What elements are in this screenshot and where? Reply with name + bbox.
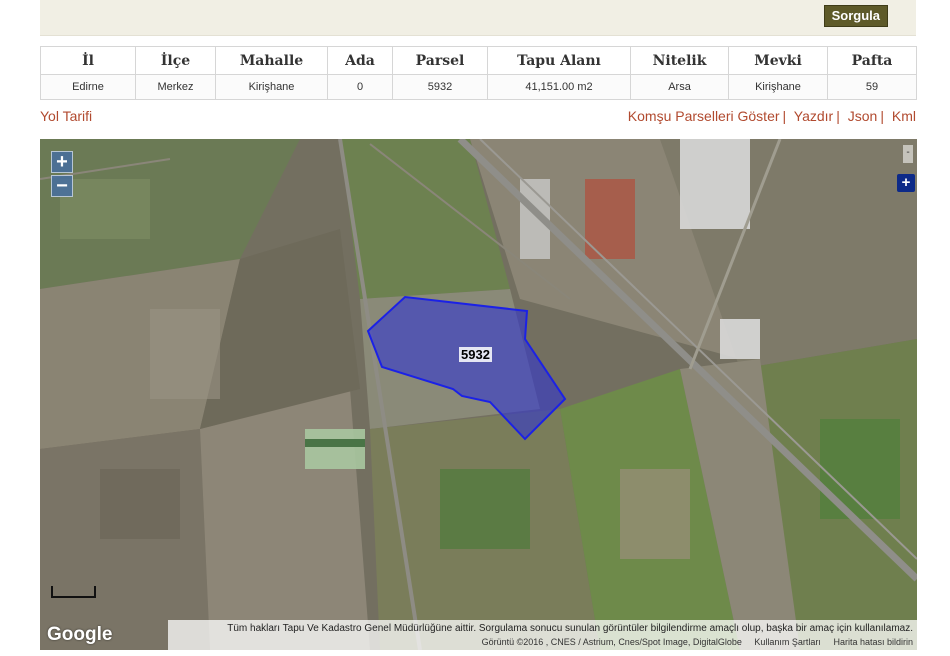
header-tapu-alani: Tapu Alanı (487, 46, 631, 75)
scale-bar (51, 586, 96, 598)
disclaimer-text: Tüm hakları Tapu Ve Kadastro Genel Müdür… (227, 623, 913, 634)
satellite-imagery (40, 139, 917, 650)
header-ilce: İlçe (135, 46, 216, 75)
terms-of-use-link[interactable]: Kullanım Şartları (754, 637, 821, 647)
parcel-info-table: İl İlçe Mahalle Ada Parsel Tapu Alanı Ni… (40, 46, 917, 100)
cell-ilce: Merkez (135, 74, 216, 100)
cell-mahalle: Kirişhane (215, 74, 328, 100)
header-il: İl (40, 46, 136, 75)
zoom-out-button[interactable]: − (51, 175, 73, 197)
parcel-label: 5932 (459, 347, 492, 362)
table-row: Edirne Merkez Kirişhane 0 5932 41,151.00… (40, 74, 917, 100)
cell-pafta: 59 (827, 74, 917, 100)
link-separator: | (782, 108, 787, 124)
action-links: Yol Tarifi Komşu Parselleri Göster | Yazd… (40, 108, 916, 126)
cell-parsel: 5932 (392, 74, 488, 100)
report-map-error-link[interactable]: Harita hatası bildirin (833, 637, 913, 647)
imagery-credit-text: Görüntü ©2016 , CNES / Astrium, Cnes/Spo… (481, 637, 742, 647)
link-separator: | (836, 108, 840, 124)
layer-switcher-button[interactable]: + (897, 174, 915, 192)
print-link[interactable]: Yazdır (794, 108, 833, 124)
cell-nitelik: Arsa (630, 74, 729, 100)
cell-ada: 0 (327, 74, 393, 100)
right-action-links: Komşu Parselleri Göster | Yazdır | Json | K… (628, 108, 916, 124)
table-header-row: İl İlçe Mahalle Ada Parsel Tapu Alanı Ni… (40, 46, 917, 75)
satellite-map[interactable]: + − - + 5932 Google Tüm hakları Tapu Ve … (40, 139, 917, 650)
layer-toggle[interactable]: - (903, 145, 913, 163)
directions-link[interactable]: Yol Tarifi (40, 108, 92, 124)
google-logo: Google (47, 624, 113, 645)
header-mahalle: Mahalle (215, 46, 328, 75)
show-neighbor-parcels-link[interactable]: Komşu Parselleri Göster (628, 108, 780, 124)
query-button[interactable]: Sorgula (823, 5, 888, 27)
cell-tapu-alani: 41,151.00 m2 (487, 74, 631, 100)
top-toolbar: Sorgula (40, 0, 916, 36)
kml-link[interactable]: Kml (892, 108, 916, 124)
header-pafta: Pafta (827, 46, 917, 75)
link-separator: | (880, 108, 884, 124)
cell-mevki: Kirişhane (728, 74, 828, 100)
cell-il: Edirne (40, 74, 136, 100)
json-link[interactable]: Json (848, 108, 878, 124)
header-ada: Ada (327, 46, 393, 75)
header-mevki: Mevki (728, 46, 828, 75)
header-parsel: Parsel (392, 46, 488, 75)
imagery-credits: Görüntü ©2016 , CNES / Astrium, Cnes/Spo… (472, 637, 913, 647)
map-attribution: Tüm hakları Tapu Ve Kadastro Genel Müdür… (168, 620, 917, 650)
zoom-in-button[interactable]: + (51, 151, 73, 173)
zoom-controls: + − (51, 151, 73, 197)
header-nitelik: Nitelik (630, 46, 729, 75)
